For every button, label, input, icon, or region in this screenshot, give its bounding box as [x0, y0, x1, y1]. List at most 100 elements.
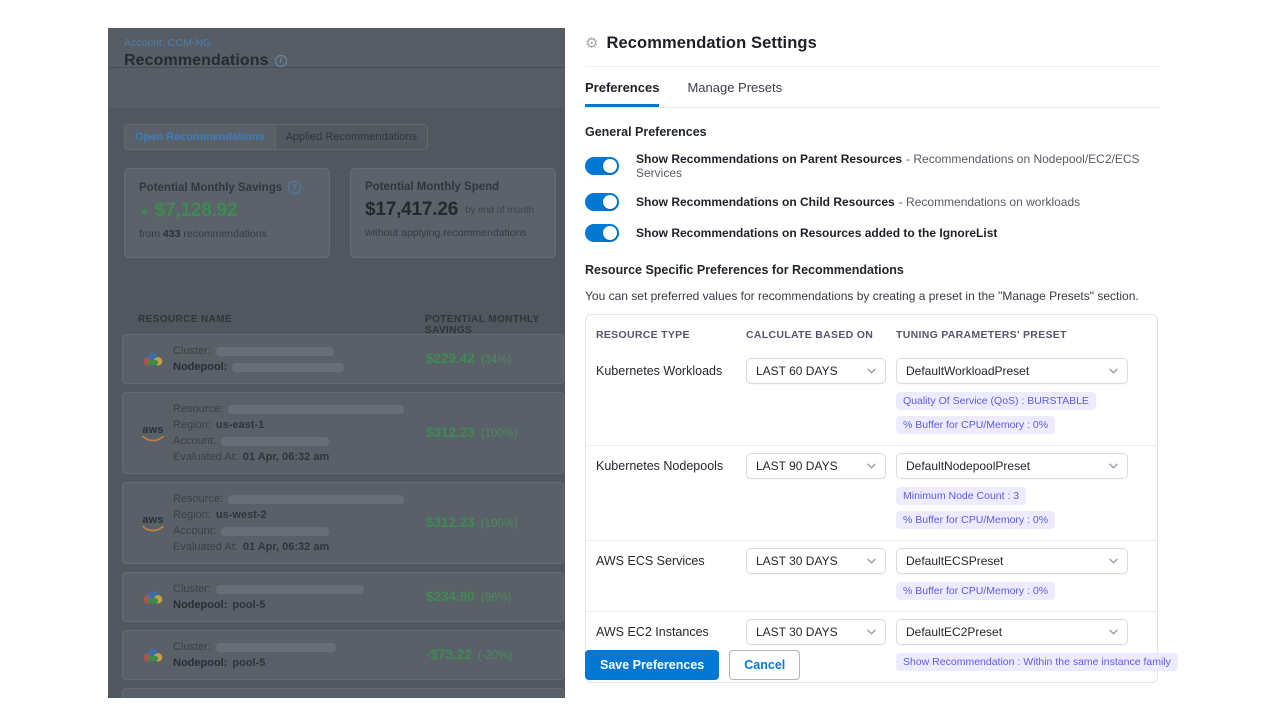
preference-toggle-row: Show Recommendations on Resources added …: [585, 224, 1160, 242]
resource-detail-line: Cluster:: [173, 639, 336, 655]
resource-detail-line: Nodepool:: [173, 359, 344, 375]
resource-detail-line: Account:: [173, 523, 404, 539]
savings-amount: -$73.22: [426, 647, 472, 662]
tab-open-recommendations[interactable]: Open Recommendations: [125, 125, 276, 149]
chevron-down-icon: [1109, 368, 1118, 374]
savings-count: 433: [163, 228, 181, 240]
resource-detail-line: Nodepool:pool-5: [173, 597, 364, 613]
savings-percent: (-20%): [478, 650, 513, 662]
savings-cell: $312.23(100%): [426, 424, 518, 442]
preferences-table-body: Kubernetes WorkloadsLAST 60 DAYSDefaultW…: [586, 351, 1157, 682]
selected-value: DefaultEC2Preset: [906, 625, 1002, 639]
save-preferences-button[interactable]: Save Preferences: [585, 650, 719, 680]
toggle-knob: [603, 195, 617, 209]
resource-detail-line: Account:: [173, 433, 404, 449]
chevron-down-icon: [1109, 629, 1118, 635]
summary-cards: Potential Monthly Savings ? ▲ $7,128.92 …: [124, 168, 556, 258]
recommendations-tabs: Open Recommendations Applied Recommendat…: [124, 124, 428, 150]
redacted-text: [221, 437, 329, 446]
recommendations-list: Cluster: Nodepool: $229.42 (34%) awsResource…: [122, 334, 564, 698]
tab-applied-recommendations[interactable]: Applied Recommendations: [276, 125, 427, 149]
chevron-down-icon: [867, 558, 876, 564]
gcp-icon: [141, 647, 165, 664]
info-icon[interactable]: i: [275, 55, 287, 67]
savings-subtitle: from 433 recommendations: [139, 228, 315, 240]
toggle-label: Show Recommendations on Child Resources-…: [636, 195, 1080, 209]
recommendation-row[interactable]: Cluster:Nodepool:$229.42(34%): [122, 334, 564, 384]
tuning-preset-select[interactable]: DefaultWorkloadPreset: [896, 358, 1128, 384]
toggle-switch[interactable]: [585, 224, 619, 242]
gcp-icon: [141, 589, 165, 606]
preset-badge: % Buffer for CPU/Memory : 0%: [896, 511, 1055, 529]
tab-manage-presets[interactable]: Manage Presets: [687, 80, 782, 107]
drawer-header: ⚙ Recommendation Settings: [585, 0, 1160, 67]
toggle-switch[interactable]: [585, 193, 619, 211]
tuning-preset-select[interactable]: DefaultECSPreset: [896, 548, 1128, 574]
resource-type-label: AWS ECS Services: [596, 548, 746, 600]
calculate-based-on-select[interactable]: LAST 30 DAYS: [746, 548, 886, 574]
savings-amount: $229.42: [426, 351, 475, 366]
redacted-text: [221, 527, 329, 536]
tuning-preset-select[interactable]: DefaultEC2Preset: [896, 619, 1128, 645]
calculate-based-on-select[interactable]: LAST 90 DAYS: [746, 453, 886, 479]
redacted-text: [228, 495, 404, 504]
tab-preferences[interactable]: Preferences: [585, 80, 659, 107]
cancel-button[interactable]: Cancel: [729, 650, 800, 680]
resource-details: Cluster:cNodepool:pool-5: [173, 697, 336, 698]
savings-value: $7,128.92: [155, 200, 238, 222]
spend-value: $17,417.26: [365, 199, 458, 221]
preset-badges: Show Recommendation : Within the same in…: [896, 653, 1178, 671]
savings-cell: $229.42 (34%): [426, 350, 512, 368]
selected-value: LAST 90 DAYS: [756, 459, 838, 473]
recommendation-row[interactable]: awsResource:Region:us-west-2Account:Eval…: [122, 482, 564, 564]
resource-detail-line: Resource:: [173, 491, 404, 507]
toggle-knob: [603, 226, 617, 240]
savings-percent: (96%): [481, 592, 512, 604]
chevron-down-icon: [867, 463, 876, 469]
gcp-icon: [141, 351, 165, 368]
recommendation-row[interactable]: Cluster:Nodepool:pool-5$234.90(96%): [122, 572, 564, 622]
column-resource-name: RESOURCE NAME: [138, 314, 232, 325]
resource-detail-line: Resource:: [173, 401, 404, 417]
savings-cell: -$73.22 (-20%): [426, 646, 512, 664]
general-preferences-heading: General Preferences: [585, 125, 1160, 139]
preset-badge: Show Recommendation : Within the same in…: [896, 653, 1178, 671]
resource-preferences-description: You can set preferred values for recomme…: [585, 289, 1160, 303]
recommendation-row[interactable]: Cluster:cNodepool:pool-5-$73.22(-20%): [122, 688, 564, 698]
spend-value-suffix: by end of month: [465, 205, 534, 216]
general-preferences-list: Show Recommendations on Parent Resources…: [585, 152, 1160, 242]
drawer-footer: Save Preferences Cancel: [585, 650, 800, 680]
page-header: Account: CCM-NG Recommendations i: [108, 28, 568, 68]
toggle-label: Show Recommendations on Parent Resources…: [636, 152, 1160, 180]
redacted-text: [216, 347, 334, 356]
selected-value: DefaultECSPreset: [906, 554, 1003, 568]
page-body: Open Recommendations Applied Recommendat…: [108, 108, 568, 698]
help-icon[interactable]: ?: [288, 181, 301, 194]
resource-detail-line: Nodepool:pool-5: [173, 655, 336, 671]
recommendation-row[interactable]: Cluster:Nodepool:pool-5 -$73.22 (-20%): [122, 630, 564, 680]
recommendation-row[interactable]: awsResource:Region:us-east-1Account:Eval…: [122, 392, 564, 474]
drawer-title: Recommendation Settings: [606, 34, 816, 53]
preset-badge: % Buffer for CPU/Memory : 0%: [896, 582, 1055, 600]
recommendation-settings-drawer: ⚙ Recommendation Settings Preferences Ma…: [565, 0, 1180, 720]
calculate-based-on-select[interactable]: LAST 60 DAYS: [746, 358, 886, 384]
chevron-down-icon: [1109, 558, 1118, 564]
preset-badges: Quality Of Service (QoS) : BURSTABLE% Bu…: [896, 392, 1157, 434]
selected-value: DefaultWorkloadPreset: [906, 364, 1029, 378]
savings-percent: (34%): [481, 354, 512, 366]
calculate-based-on-select[interactable]: LAST 30 DAYS: [746, 619, 886, 645]
column-resource-type: RESOURCE TYPE: [596, 329, 746, 341]
selected-value: DefaultNodepoolPreset: [906, 459, 1030, 473]
preset-badges: % Buffer for CPU/Memory : 0%: [896, 582, 1157, 600]
tuning-preset-select[interactable]: DefaultNodepoolPreset: [896, 453, 1128, 479]
potential-monthly-spend-card: Potential Monthly Spend $17,417.26 by en…: [350, 168, 556, 258]
savings-cell: $312.23(100%): [426, 514, 518, 532]
preference-toggle-row: Show Recommendations on Parent Resources…: [585, 152, 1160, 180]
spend-subtitle: without applying recommendations: [365, 227, 541, 239]
preferences-table-header: RESOURCE TYPE CALCULATE BASED ON TUNING …: [586, 315, 1157, 351]
toggle-switch[interactable]: [585, 157, 619, 175]
account-breadcrumb[interactable]: Account: CCM-NG: [124, 37, 211, 49]
redacted-text: [232, 363, 344, 372]
column-potential-monthly-savings: POTENTIAL MONTHLY SAVINGS: [425, 314, 554, 336]
preset-badges: Minimum Node Count : 3% Buffer for CPU/M…: [896, 487, 1157, 529]
